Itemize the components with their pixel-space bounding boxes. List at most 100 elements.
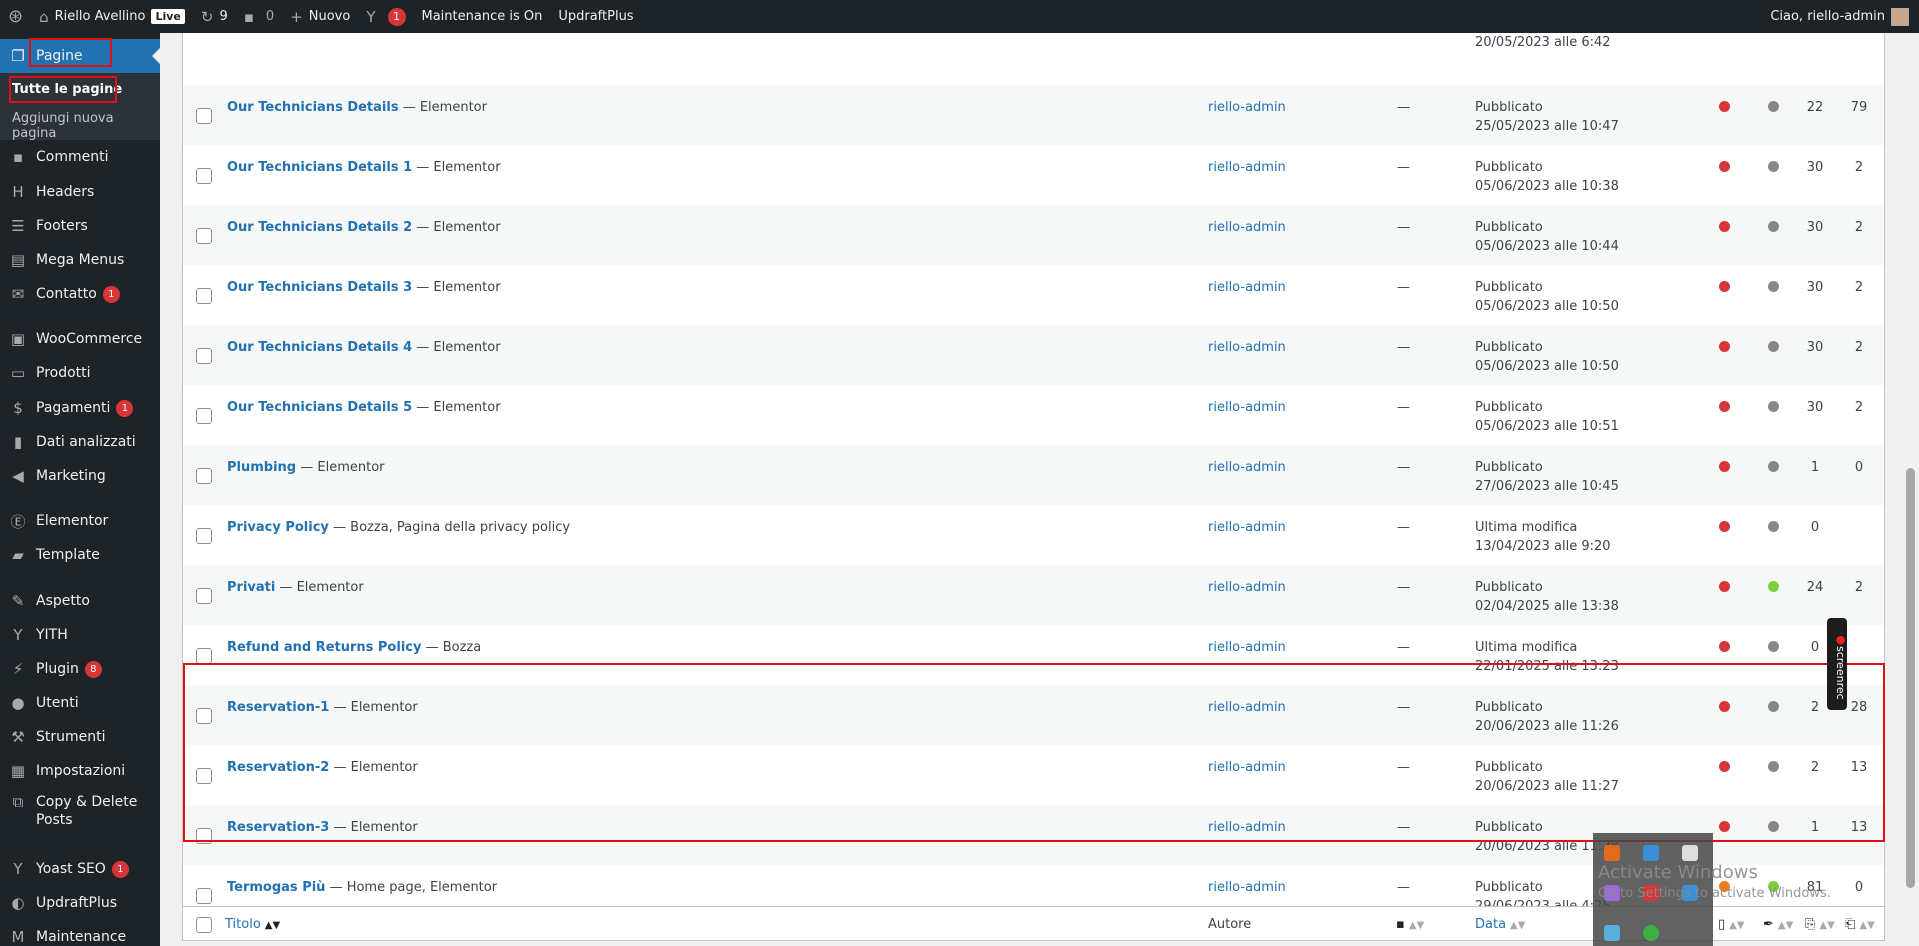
tools-icon: ⚒ [11, 728, 25, 746]
yoast-icon: Y [366, 7, 376, 26]
page-title-link[interactable]: Our Technicians Details [227, 100, 399, 115]
outgoing-links-count: 30 [1806, 220, 1824, 235]
author-link[interactable]: riello-admin [1208, 880, 1286, 895]
plugin-icon: ⚡ [12, 660, 24, 678]
column-date-sort[interactable]: Data ▲▼ [1475, 917, 1525, 932]
sidebar-item-mega-menus[interactable]: ▤ Mega Menus [0, 244, 160, 276]
security-tray-icon[interactable] [1682, 845, 1698, 861]
seo-score-icon: ▯ [1718, 917, 1726, 932]
scrollbar-thumb[interactable] [1906, 468, 1915, 888]
sidebar-item-footers[interactable]: ☰ Footers [0, 210, 160, 242]
incoming-links-count: 2 [1854, 340, 1864, 355]
column-outgoing-links-sort[interactable]: ⎘ ▲▼ [1805, 917, 1835, 932]
sidebar-item-commenti[interactable]: ▪ Commenti [0, 141, 160, 173]
publish-status: Pubblicato [1475, 880, 1543, 895]
row-checkbox[interactable] [196, 108, 212, 124]
author-link[interactable]: riello-admin [1208, 580, 1286, 595]
wp-logo-icon[interactable]: ⊛ [0, 0, 31, 33]
row-checkbox[interactable] [196, 888, 212, 904]
column-title-sort[interactable]: Titolo ▲▼ [225, 917, 280, 932]
page-title-link[interactable]: Termogas Più [227, 880, 325, 895]
xampp-icon[interactable] [1604, 845, 1620, 861]
site-name-link[interactable]: ⌂ Riello Avellino Live [31, 0, 193, 33]
page-title-link[interactable]: Our Technicians Details 4 [227, 340, 412, 355]
author-link[interactable]: riello-admin [1208, 340, 1286, 355]
sidebar-item-pagamenti[interactable]: $ Pagamenti 1 [0, 392, 160, 424]
author-link[interactable]: riello-admin [1208, 520, 1286, 535]
outgoing-links-count: 22 [1806, 100, 1824, 115]
tray-check-icon[interactable] [1643, 925, 1659, 941]
page-title-link[interactable]: Refund and Returns Policy [227, 640, 421, 655]
sidebar-item-impostazioni[interactable]: ▦ Impostazioni [0, 755, 160, 787]
row-checkbox[interactable] [196, 168, 212, 184]
sidebar-item-yith[interactable]: Y YITH [0, 619, 160, 651]
page-title-link[interactable]: Our Technicians Details 3 [227, 280, 412, 295]
sidebar-item-template[interactable]: ▰ Template [0, 539, 160, 571]
vertical-scrollbar[interactable] [1902, 33, 1919, 946]
author-link[interactable]: riello-admin [1208, 460, 1286, 475]
author-link[interactable]: riello-admin [1208, 100, 1286, 115]
maintenance-link[interactable]: Maintenance is On [414, 0, 551, 33]
account-menu[interactable]: Ciao, riello-admin [1770, 0, 1919, 33]
row-checkbox[interactable] [196, 348, 212, 364]
column-incoming-links-sort[interactable]: ⎗ ▲▼ [1845, 917, 1875, 932]
page-title-link[interactable]: Our Technicians Details 1 [227, 160, 412, 175]
readability-dot [1768, 221, 1779, 232]
updraft-link[interactable]: UpdraftPlus [550, 0, 641, 33]
network-tray-icon[interactable] [1643, 845, 1659, 861]
seo-score-dot [1719, 521, 1730, 532]
row-checkbox[interactable] [196, 408, 212, 424]
updates-link[interactable]: ↻ 9 [193, 0, 236, 33]
yoast-link[interactable]: Y 1 [358, 0, 413, 33]
sidebar-item-prodotti[interactable]: ▭ Prodotti [0, 357, 160, 389]
footers-icon: ☰ [11, 217, 25, 235]
new-content-link[interactable]: + Nuovo [282, 0, 358, 33]
sidebar-item-yoast[interactable]: Y Yoast SEO 1 [0, 853, 160, 885]
sidebar-item-woocommerce[interactable]: ▣ WooCommerce [0, 323, 160, 355]
tray-app-icon[interactable] [1604, 925, 1620, 941]
row-title: Our Technicians Details 1 — Elementor [227, 160, 501, 175]
comments-link[interactable]: ▪ 0 [236, 0, 282, 33]
page-title-link[interactable]: Privati [227, 580, 275, 595]
sidebar-item-elementor[interactable]: Ⓔ Elementor [0, 505, 160, 537]
row-checkbox[interactable] [196, 228, 212, 244]
page-title-link[interactable]: Our Technicians Details 2 [227, 220, 412, 235]
row-checkbox[interactable] [196, 468, 212, 484]
column-comments-sort[interactable]: ▪ ▲▼ [1396, 917, 1424, 932]
sidebar-item-contatto[interactable]: ✉ Contatto 1 [0, 278, 160, 310]
activate-windows-subtitle: Go to Settings to activate Windows. [1598, 886, 1831, 901]
sidebar-item-maintenance[interactable]: M Maintenance [0, 921, 160, 946]
sidebar-item-updraftplus[interactable]: ◐ UpdraftPlus [0, 887, 160, 919]
template-icon: ▰ [12, 546, 24, 564]
row-checkbox[interactable] [196, 528, 212, 544]
sidebar-item-aspetto[interactable]: ✎ Aspetto [0, 585, 160, 617]
row-title: Refund and Returns Policy — Bozza [227, 640, 481, 655]
sidebar-item-plugin[interactable]: ⚡ Plugin 8 [0, 653, 160, 685]
row-checkbox[interactable] [196, 648, 212, 664]
author-link[interactable]: riello-admin [1208, 640, 1286, 655]
author-link[interactable]: riello-admin [1208, 400, 1286, 415]
column-readability-sort[interactable]: ✒ ▲▼ [1763, 917, 1793, 932]
publish-date: 05/06/2023 alle 10:51 [1475, 419, 1619, 434]
row-checkbox[interactable] [196, 288, 212, 304]
page-title-link[interactable]: Our Technicians Details 5 [227, 400, 412, 415]
author-link[interactable]: riello-admin [1208, 220, 1286, 235]
sidebar-item-marketing[interactable]: ◀ Marketing [0, 460, 160, 492]
sidebar-item-utenti[interactable]: ● Utenti [0, 687, 160, 719]
sidebar-item-copy-delete[interactable]: ⧉ Copy & Delete Posts [0, 793, 160, 839]
submenu-add-page[interactable]: Aggiungi nuova pagina [12, 111, 160, 141]
author-link[interactable]: riello-admin [1208, 280, 1286, 295]
row-checkbox[interactable] [196, 588, 212, 604]
sidebar-item-strumenti[interactable]: ⚒ Strumenti [0, 721, 160, 753]
publish-status: Pubblicato [1475, 460, 1543, 475]
author-link[interactable]: riello-admin [1208, 160, 1286, 175]
column-seo-sort[interactable]: ▯ ▲▼ [1718, 917, 1745, 932]
select-all-checkbox[interactable] [196, 917, 212, 933]
publish-date: 05/06/2023 alle 10:38 [1475, 179, 1619, 194]
page-title-link[interactable]: Plumbing [227, 460, 296, 475]
sidebar-item-dati-analizzati[interactable]: ▮ Dati analizzati [0, 426, 160, 458]
screenrec-widget[interactable]: ●screenrec [1827, 618, 1847, 710]
sidebar-item-headers[interactable]: H Headers [0, 176, 160, 208]
page-title-link[interactable]: Privacy Policy [227, 520, 329, 535]
settings-icon: ▦ [10, 762, 26, 780]
